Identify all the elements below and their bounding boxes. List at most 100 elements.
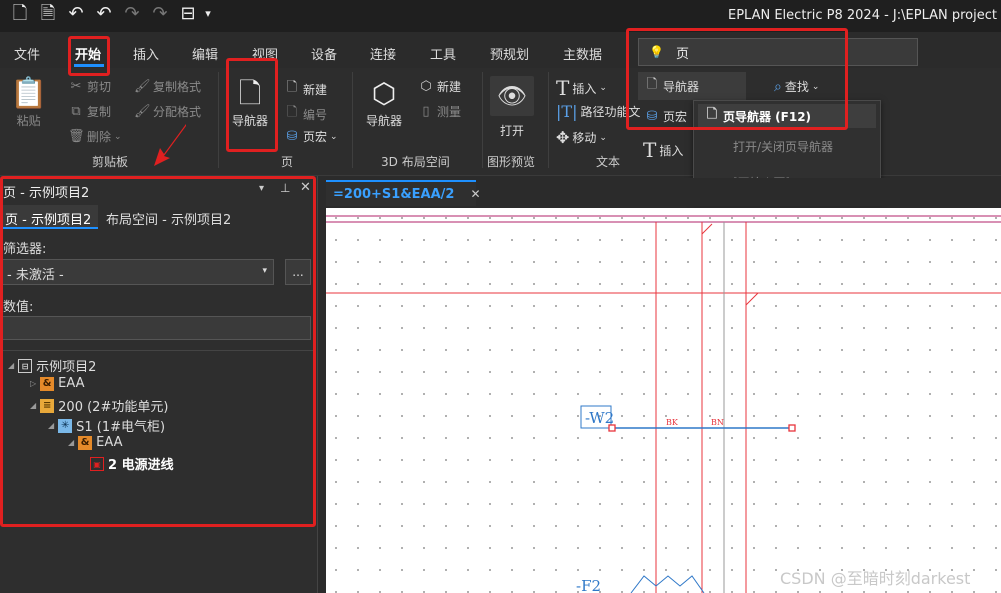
search-icon: ⌕ xyxy=(774,78,782,95)
collapsed-arrow-icon[interactable]: ▷ xyxy=(30,379,36,388)
tree-item-eaa-sub[interactable]: ◢ & EAA xyxy=(68,435,123,450)
tab-home[interactable]: 开始 xyxy=(75,44,101,63)
redo-icon[interactable]: ↷ xyxy=(122,4,142,24)
move-button[interactable]: ✥ 移动 ⌄ xyxy=(556,128,607,147)
panel-splitter[interactable] xyxy=(318,176,326,593)
expand-arrow-icon[interactable]: ◢ xyxy=(8,361,14,370)
open-project-icon[interactable]: 🗎 xyxy=(38,4,58,24)
tab-tools[interactable]: 工具 xyxy=(430,44,456,63)
close-icon[interactable]: ✕ xyxy=(470,187,480,201)
tab-device[interactable]: 设备 xyxy=(311,44,337,63)
tree-item-project[interactable]: ◢ ⊟ 示例项目2 xyxy=(8,356,96,375)
annotation-arrow xyxy=(154,124,186,166)
undo-icon[interactable]: ↶ xyxy=(66,4,86,24)
compare-icon[interactable]: ⊟ xyxy=(178,4,198,24)
quick-access-dropdown[interactable]: ▾ xyxy=(202,4,214,24)
page-macro-icon: ⛁ xyxy=(646,109,658,124)
cut-button[interactable]: ✂ 剪切 xyxy=(68,78,111,95)
preview-open-button[interactable]: 👁 打开 xyxy=(488,76,536,139)
separator xyxy=(218,72,219,168)
move-icon: ✥ xyxy=(556,128,570,147)
page-navigator-menu-item[interactable]: 🗋 页导航器 (F12) xyxy=(698,104,876,128)
tab-preplan[interactable]: 预规划 xyxy=(490,44,529,63)
value-input[interactable] xyxy=(1,316,311,340)
wire-label-bk: BK xyxy=(666,418,678,427)
search-input[interactable]: 页 xyxy=(676,43,689,62)
chevron-down-icon: ⌄ xyxy=(811,81,820,92)
schematic-canvas[interactable]: -W2 BK BN -F2 CSDN @至暗时刻darkest xyxy=(326,208,1001,593)
preview-group-label: 图形预览 xyxy=(487,155,536,169)
separator xyxy=(352,72,353,168)
tab-edit[interactable]: 编辑 xyxy=(192,44,218,63)
measure-button[interactable]: ▯ 测量 xyxy=(418,103,461,120)
copy-format-button[interactable]: 🖌 复制格式 xyxy=(134,78,201,95)
cable-tag: -W2 xyxy=(585,409,615,427)
number-pages-button[interactable]: 🗋 编号 xyxy=(284,103,327,125)
undo-list-icon[interactable]: ↶ xyxy=(94,4,114,24)
tab-file[interactable]: 文件 xyxy=(14,44,40,63)
search-box[interactable]: 💡 页 xyxy=(638,38,918,66)
expand-arrow-icon[interactable]: ◢ xyxy=(68,438,74,447)
tab-view[interactable]: 视图 xyxy=(252,44,278,63)
clipboard-group-label: 剪贴板 xyxy=(92,155,129,169)
layout3d-new-button[interactable]: ⬡ 新建 xyxy=(418,78,461,95)
scissors-icon: ✂ xyxy=(70,79,82,94)
tab-connect[interactable]: 连接 xyxy=(370,44,396,63)
page-navigator-icon: 🗋 xyxy=(238,77,262,110)
delete-button[interactable]: 🗑 删除 ⌄ xyxy=(68,128,122,145)
new-project-icon[interactable]: 🗋 xyxy=(10,4,30,24)
fuse-tag: -F2 xyxy=(576,577,602,593)
find-button[interactable]: ⌕ 查找 ⌄ xyxy=(774,78,819,95)
cable-end xyxy=(788,424,796,432)
separator xyxy=(0,350,316,351)
text-t-icon: T xyxy=(643,138,657,162)
page-navigator-button[interactable]: 🗋 导航器 xyxy=(228,76,272,129)
tree-item-eaa[interactable]: ▷ & EAA xyxy=(30,376,85,391)
tree-item-cabinet[interactable]: ◢ ✳ S1 (1#电气柜) xyxy=(48,416,165,435)
chevron-down-icon: ⌄ xyxy=(599,132,607,143)
insert-text-button[interactable]: T 插入 ⌄ xyxy=(556,76,607,100)
window-title: EPLAN Electric P8 2024 - J:\EPLAN projec… xyxy=(728,8,997,23)
tree-item-function-unit[interactable]: ◢ ≡ 200 (2#功能单元) xyxy=(30,396,168,415)
paste-button[interactable]: 📋 粘贴 xyxy=(10,76,47,129)
panel-tab-layout[interactable]: 布局空间 - 示例项目2 xyxy=(106,209,231,228)
page-navigator-icon: 🗋 xyxy=(706,107,718,122)
layout3d-navigator-button[interactable]: ⬡ 导航器 xyxy=(362,76,406,129)
redo-list-icon[interactable]: ↷ xyxy=(150,4,170,24)
insert-text2-button[interactable]: T 插入 xyxy=(643,138,683,162)
pin-icon[interactable]: ⊥ xyxy=(280,181,290,195)
page-macro-button[interactable]: ⛁ 页宏 ⌄ xyxy=(284,128,338,145)
panel-tab-pages[interactable]: 页 - 示例项目2 xyxy=(0,205,98,229)
trash-icon: 🗑 xyxy=(68,129,85,144)
chevron-down-icon: ⌄ xyxy=(114,131,122,142)
new-page-button[interactable]: 🗋 新建 xyxy=(284,78,327,100)
path-function-text-button[interactable]: |T| 路径功能文 xyxy=(556,102,640,121)
search-result-navigator[interactable]: 🗋 导航器 xyxy=(638,72,746,100)
value-label: 数值: xyxy=(3,300,34,315)
close-icon[interactable]: ✕ xyxy=(300,180,311,195)
expand-arrow-icon[interactable]: ◢ xyxy=(30,401,36,410)
tab-master-data[interactable]: 主数据 xyxy=(563,44,602,63)
text-group-label: 文本 xyxy=(596,155,621,169)
search-result-page-macro[interactable]: ⛁ 页宏 xyxy=(644,108,687,125)
filter-more-button[interactable]: ... xyxy=(285,259,311,285)
tree-item-page[interactable]: ▣ 2 电源进线 xyxy=(90,454,174,473)
filter-select[interactable]: - 未激活 - ▾ xyxy=(1,259,274,285)
format-apply-icon: 🖌 xyxy=(134,104,151,119)
panel-menu-icon[interactable]: ▾ xyxy=(259,183,264,194)
wire-label-bn: BN xyxy=(711,418,724,427)
location-icon: & xyxy=(40,376,55,391)
paste-icon: 📋 xyxy=(10,76,48,111)
page-group-label: 页 xyxy=(281,155,294,169)
copy-button[interactable]: ⧉ 复制 xyxy=(68,103,111,120)
tab-insert[interactable]: 插入 xyxy=(133,44,159,63)
expand-arrow-icon[interactable]: ◢ xyxy=(48,421,54,430)
chevron-down-icon: ⌄ xyxy=(330,131,338,142)
location-icon: & xyxy=(78,435,93,450)
schematic-drawing xyxy=(326,208,1001,593)
cube-plus-icon: ⬡ xyxy=(420,79,432,94)
cabinet-icon: ✳ xyxy=(58,418,73,433)
toggle-navigator-menu-item: 打开/关闭页导航器 xyxy=(733,140,834,154)
document-tab[interactable]: =200+S1&EAA/2 ✕ xyxy=(326,180,481,206)
cube-icon: ⬡ xyxy=(371,77,397,110)
